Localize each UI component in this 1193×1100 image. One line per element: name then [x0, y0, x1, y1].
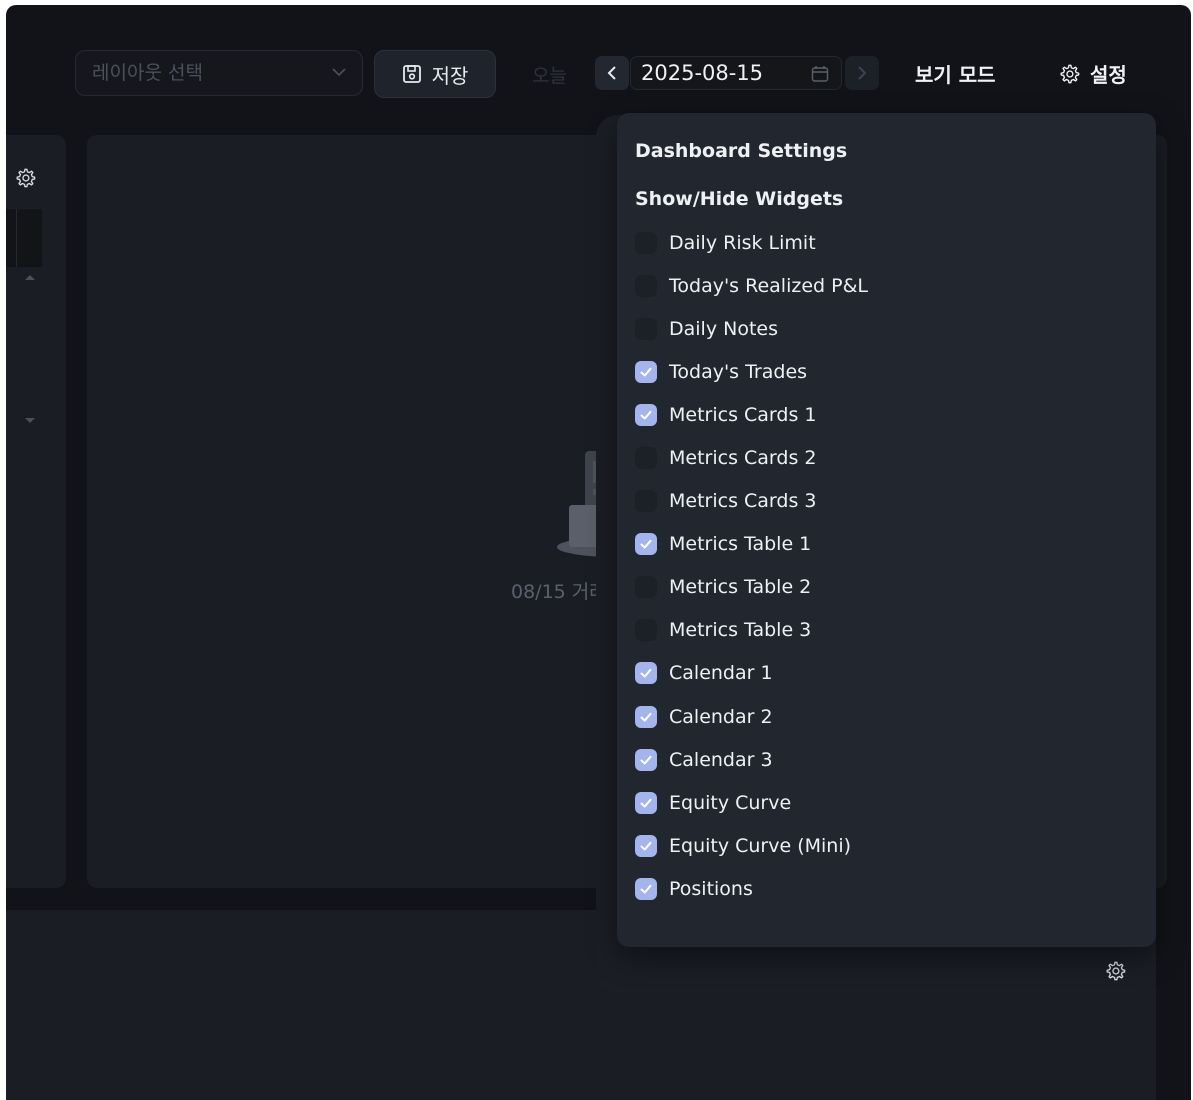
widget-checkbox[interactable] [635, 662, 657, 685]
widget-toggle-item[interactable]: Metrics Table 2 [635, 566, 868, 609]
widget-toggle-label: Calendar 3 [669, 748, 773, 771]
view-mode-button[interactable]: 보기 모드 [915, 59, 996, 88]
layout-select[interactable]: 레이아웃 선택 [75, 50, 363, 96]
widget-checkbox[interactable] [635, 791, 657, 814]
left-widget-panel [6, 135, 66, 888]
widget-checkbox[interactable] [635, 748, 657, 771]
calendar-icon [811, 66, 829, 82]
dashboard-settings-dropdown: Dashboard Settings Show/Hide Widgets Dai… [617, 113, 1156, 947]
widget-toggle-item[interactable]: Metrics Cards 3 [635, 480, 868, 523]
widget-toggle-label: Positions [669, 877, 753, 900]
widget-toggle-label: Metrics Table 2 [669, 576, 812, 599]
checkmark-icon [640, 841, 652, 851]
chevron-left-icon [607, 66, 616, 80]
widget-checkbox[interactable] [635, 360, 657, 383]
checkmark-icon [640, 669, 652, 678]
date-input[interactable]: 2025-08-15 [630, 56, 842, 90]
top-toolbar: 레이아웃 선택 저장 오늘 2025-08-15 보기 모드 설정 [6, 5, 1191, 125]
widget-toggle-item[interactable]: Metrics Cards 2 [635, 436, 868, 479]
widget-checkbox[interactable] [635, 317, 657, 340]
prev-date-button[interactable] [595, 56, 629, 90]
widget-toggle-label: Today's Trades [669, 360, 808, 383]
widget-toggle-label: Equity Curve (Mini) [669, 834, 852, 857]
widget-toggle-item[interactable]: Positions [635, 867, 868, 910]
widget-toggle-label: Metrics Table 3 [669, 619, 812, 642]
widget-toggle-label: Calendar 2 [669, 705, 773, 728]
widget-divider [16, 209, 17, 267]
next-date-button[interactable] [845, 56, 879, 90]
widget-toggle-label: Calendar 1 [669, 662, 773, 685]
checkmark-icon [640, 884, 652, 894]
widget-toggle-item[interactable]: Calendar 1 [635, 652, 868, 695]
widget-checkbox[interactable] [635, 834, 657, 857]
widget-toggle-item[interactable]: Today's Trades [635, 350, 868, 393]
widget-toggle-label: Daily Risk Limit [669, 231, 816, 254]
widget-toggle-label: Metrics Cards 1 [669, 403, 817, 426]
widget-toggle-list: Daily Risk Limit Today's Realized P&L Dail… [635, 221, 868, 911]
chevron-right-icon [858, 66, 867, 80]
checkmark-icon [640, 798, 652, 808]
checkmark-icon [640, 712, 652, 722]
widget-toggle-item[interactable]: Calendar 3 [635, 738, 868, 781]
layout-select-placeholder: 레이아웃 선택 [92, 62, 203, 84]
widget-toggle-label: Daily Notes [669, 317, 778, 340]
widget-gear-icon[interactable] [1104, 960, 1126, 982]
widget-toggle-item[interactable]: Calendar 2 [635, 695, 868, 738]
widget-toggle-item[interactable]: Equity Curve [635, 781, 868, 824]
widget-toggle-label: Metrics Table 1 [669, 533, 812, 556]
widget-toggle-item[interactable]: Metrics Table 3 [635, 609, 868, 652]
widget-checkbox[interactable] [635, 490, 657, 513]
widget-toggle-item[interactable]: Daily Risk Limit [635, 221, 868, 264]
widget-checkbox[interactable] [635, 533, 657, 556]
widget-gear-icon[interactable] [14, 167, 36, 189]
widget-toggle-label: Today's Realized P&L [669, 274, 868, 297]
dropdown-title: Dashboard Settings [635, 140, 848, 162]
today-button[interactable]: 오늘 [532, 61, 567, 88]
gear-icon [1060, 64, 1080, 83]
widget-header-strip [6, 209, 42, 267]
save-button-label: 저장 [431, 63, 469, 88]
widget-checkbox[interactable] [635, 705, 657, 728]
chevron-down-icon [332, 68, 346, 77]
checkmark-icon [640, 540, 652, 549]
checkmark-icon [640, 755, 652, 765]
save-button[interactable]: 저장 [374, 50, 496, 98]
widget-checkbox[interactable] [635, 274, 657, 297]
widget-toggle-item[interactable]: Metrics Table 1 [635, 523, 868, 566]
checkmark-icon [640, 367, 652, 377]
widget-toggle-label: Equity Curve [669, 791, 792, 814]
widget-toggle-label: Metrics Cards 3 [669, 490, 817, 513]
app-window: 레이아웃 선택 저장 오늘 2025-08-15 보기 모드 설정 08/15 … [6, 5, 1191, 1100]
widget-checkbox[interactable] [635, 403, 657, 426]
date-value: 2025-08-15 [641, 61, 764, 85]
widget-toggle-item[interactable]: Equity Curve (Mini) [635, 824, 868, 867]
widget-checkbox[interactable] [635, 231, 657, 254]
widget-toggle-item[interactable]: Today's Realized P&L [635, 264, 868, 307]
checkmark-icon [640, 410, 652, 420]
scroll-up-icon[interactable] [25, 275, 35, 280]
widget-toggle-item[interactable]: Daily Notes [635, 307, 868, 350]
widget-checkbox[interactable] [635, 877, 657, 900]
widget-toggle-item[interactable]: Metrics Cards 1 [635, 393, 868, 436]
dropdown-subtitle: Show/Hide Widgets [635, 188, 844, 210]
save-icon [402, 65, 421, 83]
widget-toggle-label: Metrics Cards 2 [669, 447, 817, 470]
settings-button-label: 설정 [1090, 63, 1127, 87]
widget-checkbox[interactable] [635, 576, 657, 599]
scroll-down-icon[interactable] [25, 418, 35, 423]
widget-checkbox[interactable] [635, 619, 657, 642]
settings-button[interactable]: 설정 [1058, 59, 1127, 88]
widget-checkbox[interactable] [635, 447, 657, 470]
